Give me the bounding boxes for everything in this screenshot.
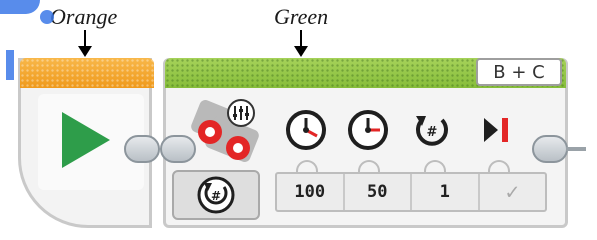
- brake-at-end-value[interactable]: ✓: [480, 174, 546, 210]
- parameter-values: 100 50 1 ✓: [275, 172, 547, 212]
- right-power-icon: [348, 110, 388, 150]
- svg-text:#: #: [427, 125, 438, 140]
- port-selector[interactable]: B + C: [476, 58, 562, 86]
- rotations-icon: #: [416, 116, 448, 146]
- orange-label: Orange: [50, 4, 118, 29]
- watermark-shape: [6, 50, 14, 80]
- left-power-icon: [286, 110, 326, 150]
- start-block-header[interactable]: [20, 58, 154, 88]
- green-arrow-head: [294, 46, 308, 57]
- brake-icon: [484, 118, 508, 142]
- orange-arrow-head: [78, 46, 92, 57]
- right-power-value[interactable]: 50: [345, 174, 412, 210]
- sequence-wire-stub: [566, 147, 586, 151]
- mode-selector[interactable]: #: [172, 170, 260, 220]
- sequence-connector-out: [124, 135, 160, 163]
- left-power-value[interactable]: 100: [277, 174, 345, 210]
- svg-text:#: #: [211, 189, 221, 203]
- play-icon[interactable]: [62, 112, 110, 168]
- green-label: Green: [274, 4, 329, 29]
- sequence-connector-out: [532, 135, 568, 163]
- watermark-shape: [40, 10, 54, 24]
- rotations-mode-icon: #: [197, 176, 235, 214]
- mode-icon: [227, 99, 255, 127]
- rotations-value[interactable]: 1: [412, 174, 480, 210]
- watermark-shape: [0, 0, 40, 14]
